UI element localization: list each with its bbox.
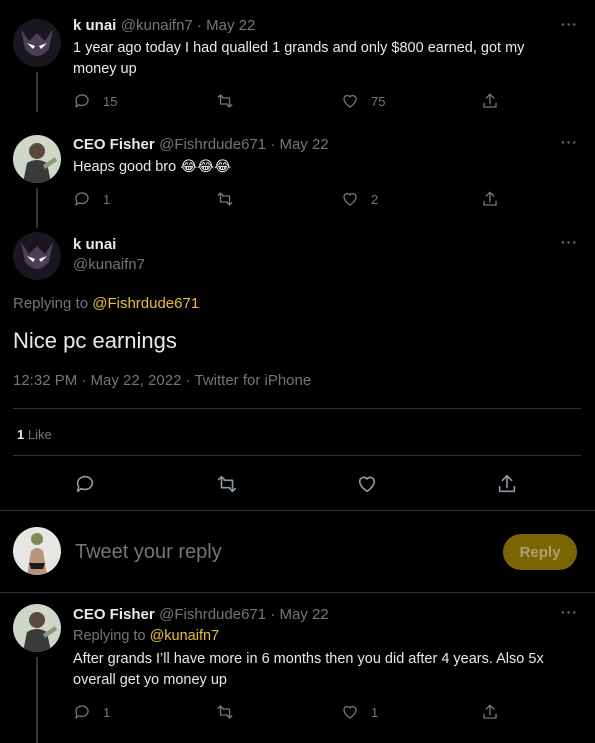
retweet-button[interactable] [216, 703, 246, 721]
reply-submit-button[interactable]: Reply [503, 534, 577, 570]
reply-button[interactable]: 1 [73, 190, 110, 208]
retweet-icon [217, 475, 237, 493]
likes-stat-label: Like [27, 427, 52, 442]
like-button[interactable]: 75 [341, 92, 385, 110]
heart-icon [343, 94, 357, 108]
divider [0, 592, 595, 593]
share-icon [483, 93, 497, 108]
author-name[interactable]: k unai [73, 236, 116, 253]
reply-button[interactable]: 1 [73, 703, 110, 721]
divider [13, 408, 581, 409]
author-name[interactable]: k unai [73, 17, 116, 34]
like-button[interactable]: 2 [341, 190, 378, 208]
thread-line [36, 657, 38, 743]
likes-stat[interactable]: 1 Like [17, 427, 52, 442]
avatar-kunai[interactable] [13, 19, 61, 67]
reply-button[interactable]: 15 [73, 92, 117, 110]
tweet-header: CEO Fisher @Fishrdude671 · May 22 [73, 606, 329, 623]
retweet-icon [217, 94, 233, 108]
reply-count: 15 [103, 93, 118, 109]
more-options-icon[interactable]: ··· [561, 16, 578, 32]
heart-icon [358, 476, 376, 493]
avatar-ceo-fisher[interactable] [13, 135, 61, 183]
tweet-timestamp[interactable]: 12:32 PM · May 22, 2022 · Twitter for iP… [13, 372, 311, 389]
heart-icon [343, 705, 357, 719]
main-tweet-text: Nice pc earnings [13, 328, 177, 353]
retweet-button[interactable] [216, 190, 246, 208]
reply-icon [75, 705, 89, 719]
avatar-ceo-fisher[interactable] [13, 604, 61, 652]
replying-to-handle[interactable]: @kunaifn7 [150, 628, 220, 644]
more-options-icon[interactable]: ··· [561, 604, 578, 620]
divider [0, 510, 595, 511]
reply-count: 1 [103, 191, 111, 207]
like-button[interactable] [356, 473, 378, 495]
avatar-mask-image [13, 232, 61, 280]
retweet-button[interactable] [216, 92, 246, 110]
tweet-header: CEO Fisher @Fishrdude671 · May 22 [73, 136, 329, 153]
avatar-fisher-image [13, 135, 61, 183]
reply-icon [75, 192, 89, 206]
replying-to: Replying to @kunaifn7 [73, 628, 219, 644]
divider [13, 455, 581, 456]
retweet-icon [217, 705, 233, 719]
share-button[interactable] [481, 703, 499, 721]
replying-to: Replying to @Fishrdude671 [13, 295, 199, 312]
tweet-date[interactable]: May 22 [279, 606, 328, 623]
author-handle[interactable]: @Fishrdude671 [159, 606, 266, 623]
share-button[interactable] [481, 190, 499, 208]
reply-count: 1 [103, 704, 111, 720]
tweet-text: 1 year ago today I had qualled 1 grands … [73, 40, 525, 77]
more-options-icon[interactable]: ··· [561, 134, 578, 150]
share-icon [498, 474, 516, 493]
tweet-header: k unai @kunaifn7 · May 22 [73, 17, 256, 34]
replying-to-label: Replying to [13, 295, 89, 312]
more-options-icon[interactable]: ··· [561, 234, 578, 250]
tweet-date[interactable]: May 22 [279, 136, 328, 153]
like-button[interactable]: 1 [341, 703, 378, 721]
composer-avatar [13, 527, 61, 575]
retweet-icon [217, 192, 233, 206]
reply-icon [75, 94, 89, 108]
reply-button[interactable] [74, 473, 96, 495]
author-name[interactable]: CEO Fisher [73, 606, 155, 623]
like-count: 2 [371, 191, 379, 207]
avatar-kunai[interactable] [13, 232, 61, 280]
avatar-fisher-image [13, 604, 61, 652]
replying-to-handle[interactable]: @Fishrdude671 [92, 295, 199, 312]
replying-to-label: Replying to [73, 628, 146, 644]
reply-input[interactable]: Tweet your reply [75, 541, 495, 564]
avatar-user-image [13, 527, 61, 575]
share-icon [483, 704, 497, 719]
share-icon [483, 191, 497, 206]
tweet-text: After grands I’ll have more in 6 months … [73, 651, 544, 688]
likes-stat-count: 1 [17, 427, 25, 442]
thread-line [36, 72, 38, 112]
like-count: 75 [371, 93, 386, 109]
share-button[interactable] [481, 92, 499, 110]
author-handle[interactable]: @kunaifn7 [73, 256, 145, 273]
reply-icon [76, 475, 94, 493]
heart-icon [343, 192, 357, 206]
tweet-text: Heaps good bro 😂😂😂 [73, 159, 232, 175]
author-handle[interactable]: @kunaifn7 [121, 17, 193, 34]
avatar-mask-image [13, 19, 61, 67]
author-handle[interactable]: @Fishrdude671 [159, 136, 266, 153]
author-name[interactable]: CEO Fisher [73, 136, 155, 153]
tweet-date[interactable]: May 22 [206, 17, 255, 34]
like-count: 1 [371, 704, 379, 720]
retweet-button[interactable] [216, 473, 238, 495]
share-button[interactable] [496, 473, 518, 495]
thread-line [36, 188, 38, 228]
